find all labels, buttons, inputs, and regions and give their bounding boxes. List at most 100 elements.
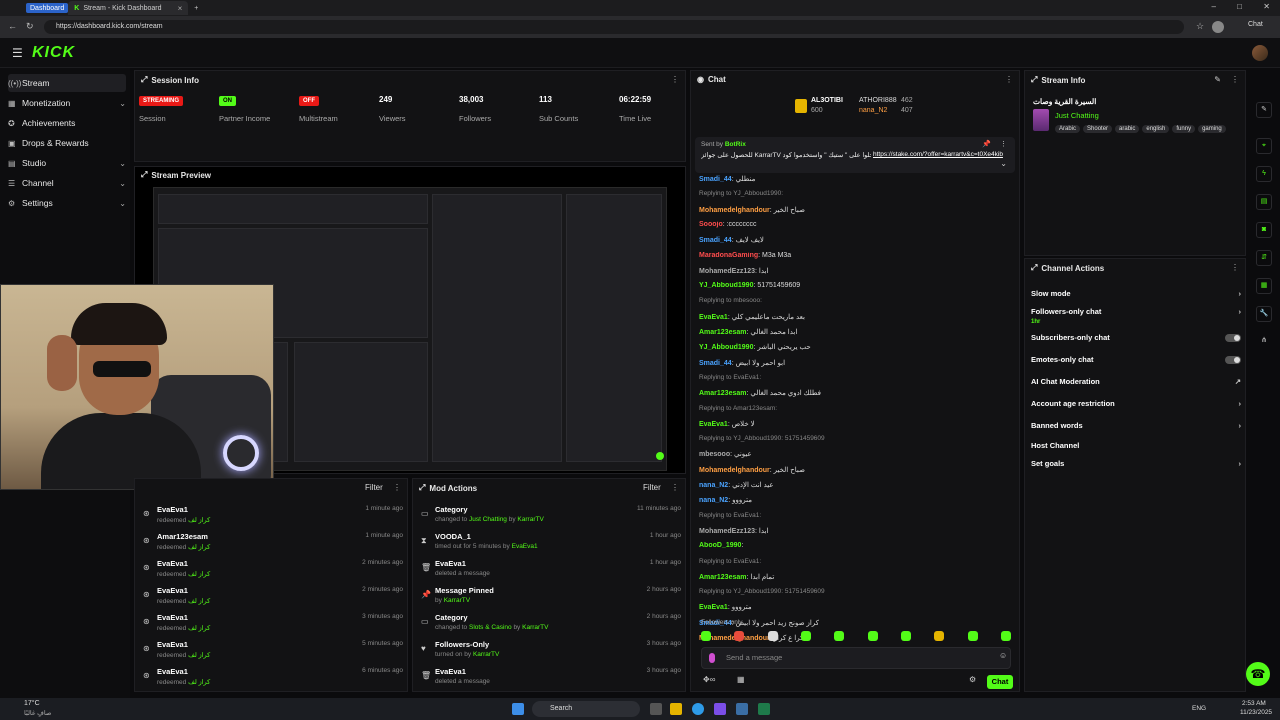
chat-message[interactable]: Smadi_44: لايف لايف — [699, 236, 1009, 244]
emote-icon[interactable] — [767, 631, 778, 641]
chat-username[interactable]: Mohamedelghandour — [699, 467, 770, 474]
tab-group-badge[interactable]: Dashboard — [26, 3, 69, 13]
more-icon[interactable]: ⋮ — [1231, 263, 1239, 272]
emote-icon[interactable] — [800, 631, 811, 641]
chat-username[interactable]: Smadi_44 — [699, 360, 732, 367]
more-icon[interactable]: ⋮ — [671, 483, 679, 492]
chat-message[interactable]: Smadi_44: كراز صونج زيد احمر ولا ابيض — [699, 619, 1009, 627]
mod-user[interactable]: KarrarTV — [517, 516, 543, 523]
activity-user[interactable]: EvaEva1 — [157, 640, 188, 649]
tag[interactable]: english — [1142, 125, 1170, 133]
chat-username[interactable]: Amar123esam — [699, 390, 746, 397]
tag[interactable]: arabic — [1115, 125, 1140, 133]
chat-username[interactable]: AbooD_1990 — [699, 542, 741, 549]
emote-icon[interactable] — [934, 631, 945, 641]
chevron-down-icon[interactable]: ⌄ — [1000, 159, 1007, 168]
leader-name[interactable]: ATHORI888 — [859, 97, 897, 104]
emote-icon[interactable] — [967, 631, 978, 641]
action-subscribers-only[interactable]: Subscribers-only chat — [1031, 333, 1241, 353]
language-indicator[interactable]: ENG — [1192, 705, 1206, 712]
activity-user[interactable]: Amar123esam — [157, 532, 208, 541]
chat-message[interactable]: nana_N2: مترووو — [699, 496, 1009, 504]
tab-stream[interactable]: K Stream - Kick Dashboard × — [68, 1, 189, 15]
action-set-goals[interactable]: Set goals › — [1031, 459, 1241, 479]
edit-layout-icon[interactable]: ✎ — [1256, 102, 1272, 118]
more-icon[interactable]: ⋮ — [393, 483, 401, 492]
chat-message[interactable]: AbooD_1990: — [699, 542, 1009, 549]
chat-username[interactable]: MohamedEzz123 — [699, 268, 755, 275]
chat-username[interactable]: EvaEva1 — [699, 604, 728, 611]
weather-temp[interactable]: 17°C — [24, 700, 40, 707]
category-thumbnail[interactable] — [1033, 109, 1049, 131]
chat-message[interactable]: Mohamedelghandour: صباح الخير — [699, 466, 1009, 474]
file-explorer-icon[interactable] — [670, 703, 682, 715]
tag[interactable]: gaming — [1198, 125, 1226, 133]
emoji-icon[interactable]: ☺ — [999, 651, 1007, 660]
more-icon[interactable]: ⋮ — [1005, 75, 1013, 84]
chat-username[interactable]: YJ_Abboud1990 — [699, 344, 753, 351]
task-view-icon[interactable] — [650, 703, 662, 715]
chat-reply-context[interactable]: Replying to EvaEva1: — [699, 558, 1009, 565]
sidebar-item-studio[interactable]: ▤ Studio ⌄ — [8, 154, 126, 172]
weather-text[interactable]: صافٍ غالبًا — [24, 709, 51, 717]
chat-message[interactable]: Amar123esam: فطلك ادوي محمد الغالي — [699, 389, 1009, 397]
chat-message[interactable]: MohamedEzz123: ابدا — [699, 527, 1009, 535]
edge-icon[interactable] — [692, 703, 704, 715]
mod-user[interactable]: KarrarTV — [473, 651, 499, 658]
chat-username[interactable]: Smadi_44 — [699, 176, 732, 183]
chat-message[interactable]: Amar123esam: ابدا محمد الغالي — [699, 328, 1009, 336]
copilot-chat-button[interactable]: Chat — [1248, 21, 1263, 28]
tag[interactable]: Arabic — [1055, 125, 1081, 133]
activity-user[interactable]: EvaEva1 — [157, 505, 188, 514]
emote-icon[interactable] — [734, 631, 745, 641]
more-icon[interactable]: ⋮ — [1231, 75, 1239, 84]
sidebar-item-drops[interactable]: ▣ Drops & Rewards — [8, 134, 126, 152]
grid-icon[interactable]: ▦ — [1256, 278, 1272, 294]
split-icon[interactable]: ⇵ — [1256, 250, 1272, 266]
chat-message[interactable]: mbesooo: عيوني — [699, 450, 1009, 458]
chat-message[interactable]: Smadi_44: منطلي — [699, 175, 1009, 183]
chat-username[interactable]: EvaEva1 — [699, 421, 728, 428]
chat-message[interactable]: EvaEva1: بعد ماريحت ماعليمي كلي — [699, 313, 1009, 321]
chat-message[interactable]: MohamedEzz123: ابدا — [699, 267, 1009, 275]
chat-username[interactable]: Amar123esam — [699, 329, 746, 336]
activity-user[interactable]: EvaEva1 — [157, 667, 188, 676]
action-slow-mode[interactable]: Slow mode › — [1031, 289, 1241, 309]
kick-logo[interactable]: KICK — [32, 44, 75, 62]
chat-username[interactable]: MohamedEzz123 — [699, 528, 755, 535]
chat-username[interactable]: mbesooo — [699, 451, 730, 458]
window-minimize-icon[interactable]: – — [1212, 2, 1216, 11]
chat-reply-context[interactable]: Replying to EvaEva1: — [699, 374, 1009, 381]
close-tab-icon[interactable]: × — [178, 4, 183, 13]
chat-reply-context[interactable]: Replying to Amar123esam: — [699, 405, 1009, 412]
mod-user[interactable]: KarrarTV — [444, 597, 470, 604]
chat-reply-context[interactable]: Replying to YJ_Abboud1990: 51751459609 — [699, 588, 1009, 595]
stream-category[interactable]: Just Chatting — [1055, 111, 1099, 120]
action-host-channel[interactable]: Host Channel — [1031, 441, 1241, 461]
pinned-message[interactable]: Sent by BotRix 📌 ⋮ للحصول على جوائز Karr… — [695, 137, 1015, 173]
sidebar-item-achievements[interactable]: ✪ Achievements — [8, 114, 126, 132]
profile-avatar[interactable] — [1212, 21, 1224, 33]
chat-reply-context[interactable]: Replying to YJ_Abboud1990: — [699, 190, 1009, 197]
edit-icon[interactable]: ✎ — [1214, 75, 1221, 84]
app-icon[interactable] — [714, 703, 726, 715]
sidebar-item-stream[interactable]: ((•)) Stream — [8, 74, 126, 92]
activity-user[interactable]: EvaEva1 — [157, 559, 188, 568]
menu-icon[interactable]: ☰ — [12, 46, 23, 60]
sidebar-item-monetization[interactable]: ▦ Monetization ⌄ — [8, 94, 126, 112]
emote-icon[interactable] — [1000, 631, 1011, 641]
more-icon[interactable]: ⋮ — [1000, 140, 1007, 148]
subscribers-only-toggle[interactable] — [1225, 334, 1241, 342]
chat-message[interactable]: nana_N2: عيد انت الإدني — [699, 481, 1009, 489]
leader-name[interactable]: AL3OTIBI — [811, 97, 843, 104]
chat-message[interactable]: Amar123esam: تمام ابدا — [699, 573, 1009, 581]
url-input[interactable]: https://dashboard.kick.com/stream — [44, 20, 1184, 34]
sidebar-item-settings[interactable]: ⚙ Settings ⌄ — [8, 194, 126, 212]
chat-username[interactable]: Smadi_44 — [699, 237, 732, 244]
chat-username[interactable]: Amar123esam — [699, 574, 746, 581]
chat-username[interactable]: nana_N2 — [699, 497, 728, 504]
chat-username[interactable]: Sooojo — [699, 221, 723, 228]
new-tab-button[interactable]: + — [188, 1, 204, 15]
clock-date[interactable]: 11/23/2025 — [1240, 709, 1272, 716]
emote-icon[interactable] — [867, 631, 878, 641]
